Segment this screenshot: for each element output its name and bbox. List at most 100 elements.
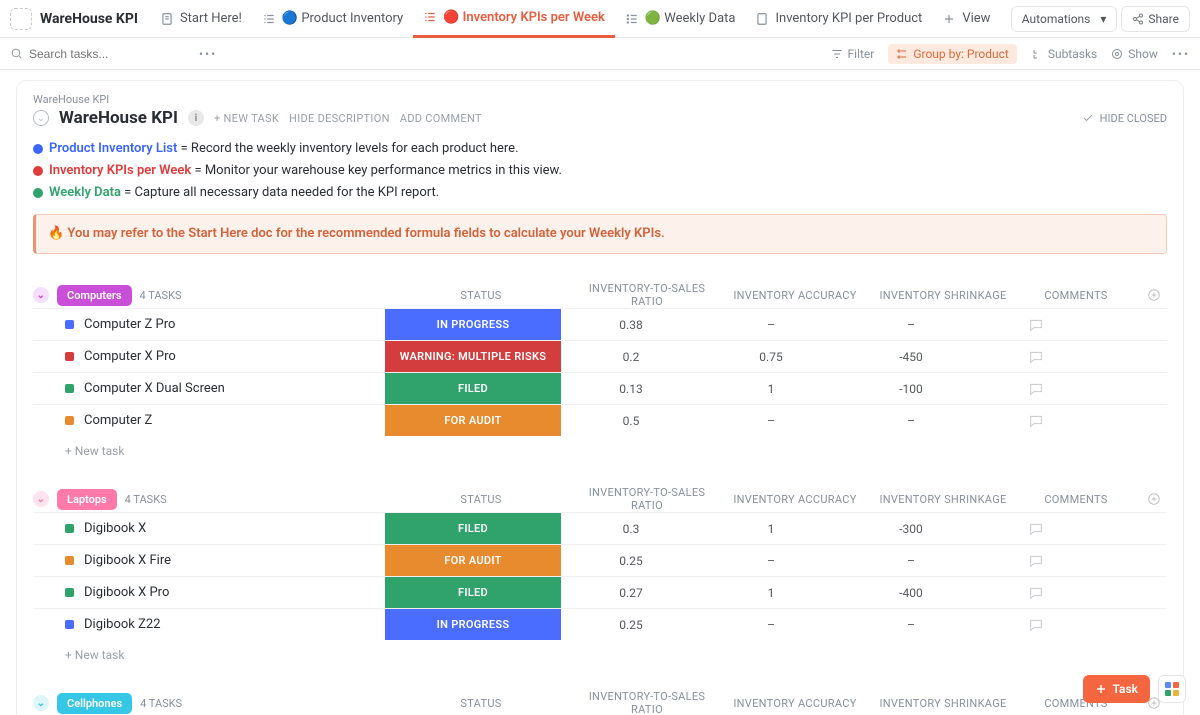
inventory-kpis-link[interactable]: Inventory KPIs per Week	[49, 163, 191, 178]
accuracy-cell[interactable]: 0.75	[701, 350, 841, 364]
ratio-cell[interactable]: 0.3	[561, 522, 701, 536]
comment-button[interactable]	[981, 553, 1091, 569]
status-cell[interactable]: FILED	[385, 577, 561, 608]
comment-button[interactable]	[981, 521, 1091, 537]
add-column-button[interactable]	[1139, 492, 1169, 506]
table-row[interactable]: Digibook X ProFILED0.271-400	[33, 576, 1167, 608]
new-task-row[interactable]: + New task	[33, 436, 1167, 458]
list-card: WareHouse KPI ⌄ WareHouse KPI i + NEW TA…	[16, 80, 1184, 715]
accuracy-cell[interactable]: –	[701, 414, 841, 428]
col-comments: COMMENTS	[1021, 493, 1131, 506]
shrinkage-cell[interactable]: -450	[841, 350, 981, 364]
tab-label: View	[962, 11, 990, 26]
status-square-icon	[65, 320, 74, 329]
group-toggle[interactable]: ⌄	[33, 695, 49, 711]
status-cell[interactable]: IN PROGRESS	[385, 309, 561, 340]
ratio-cell[interactable]: 0.27	[561, 586, 701, 600]
tab-0[interactable]: Start Here!	[150, 0, 252, 38]
add-comment-button[interactable]: ADD COMMENT	[400, 112, 482, 125]
shrinkage-cell[interactable]: -100	[841, 382, 981, 396]
table-row[interactable]: Computer X Dual Screen FILED0.131-100	[33, 372, 1167, 404]
subtasks-button[interactable]: Subtasks	[1031, 47, 1097, 61]
info-icon[interactable]: i	[188, 110, 204, 126]
task-name: Computer X Dual Screen	[84, 381, 225, 396]
subtasks-label: Subtasks	[1048, 47, 1097, 61]
group-label[interactable]: Cellphones	[57, 693, 132, 714]
comment-button[interactable]	[981, 349, 1091, 365]
group-label[interactable]: Laptops	[57, 489, 117, 510]
hide-description-button[interactable]: HIDE DESCRIPTION	[289, 112, 390, 125]
weekly-data-link[interactable]: Weekly Data	[49, 185, 121, 200]
workspace-icon[interactable]	[10, 8, 32, 30]
comment-button[interactable]	[981, 317, 1091, 333]
shrinkage-cell[interactable]: –	[841, 318, 981, 332]
tab-1[interactable]: 🔵 Product Inventory	[252, 0, 413, 38]
accuracy-cell[interactable]: 1	[701, 522, 841, 536]
accuracy-cell[interactable]: –	[701, 318, 841, 332]
ratio-cell[interactable]: 0.13	[561, 382, 701, 396]
automations-button[interactable]: Automations ▾	[1011, 6, 1118, 32]
comment-button[interactable]	[981, 381, 1091, 397]
shrinkage-cell[interactable]: -300	[841, 522, 981, 536]
group-toggle[interactable]: ⌄	[33, 287, 49, 303]
shrinkage-cell[interactable]: -400	[841, 586, 981, 600]
table-row[interactable]: Digibook XFILED0.31-300	[33, 512, 1167, 544]
task-fab-button[interactable]: Task	[1083, 675, 1151, 703]
filter-button[interactable]: Filter	[831, 47, 875, 61]
top-nav: WareHouse KPI Start Here!🔵 Product Inven…	[0, 0, 1200, 38]
status-cell[interactable]: FILED	[385, 373, 561, 404]
page-scroll[interactable]: WareHouse KPI ⌄ WareHouse KPI i + NEW TA…	[0, 70, 1200, 715]
tab-3[interactable]: 🟢 Weekly Data	[615, 0, 746, 38]
new-task-row[interactable]: + New task	[33, 640, 1167, 662]
product-inventory-link[interactable]: Product Inventory List	[49, 141, 177, 156]
show-button[interactable]: Show	[1111, 47, 1158, 61]
ratio-cell[interactable]: 0.2	[561, 350, 701, 364]
group-label[interactable]: Computers	[57, 285, 132, 306]
table-row[interactable]: Digibook Z22IN PROGRESS0.25––	[33, 608, 1167, 640]
more-button[interactable]: •••	[199, 47, 217, 61]
status-cell[interactable]: FILED	[385, 513, 561, 544]
overflow-button[interactable]: •••	[1172, 47, 1190, 61]
shrinkage-cell[interactable]: –	[841, 414, 981, 428]
tab-2[interactable]: 🔴 Inventory KPIs per Week	[413, 0, 615, 38]
breadcrumb[interactable]: WareHouse KPI	[33, 93, 1167, 106]
group-by-button[interactable]: Group by: Product	[888, 44, 1016, 64]
comment-button[interactable]	[981, 413, 1091, 429]
col-shrinkage: INVENTORY SHRINKAGE	[873, 697, 1013, 710]
new-task-button[interactable]: + NEW TASK	[214, 112, 279, 125]
status-cell[interactable]: FOR AUDIT	[385, 545, 561, 576]
ratio-cell[interactable]: 0.38	[561, 318, 701, 332]
ratio-cell[interactable]: 0.25	[561, 618, 701, 632]
desc-line3-text: = Capture all necessary data needed for …	[121, 185, 439, 200]
table-row[interactable]: Digibook X FireFOR AUDIT0.25––	[33, 544, 1167, 576]
ratio-cell[interactable]: 0.25	[561, 554, 701, 568]
table-row[interactable]: Computer X ProWARNING: MULTIPLE RISKS0.2…	[33, 340, 1167, 372]
status-cell[interactable]: IN PROGRESS	[385, 609, 561, 640]
share-button[interactable]: Share	[1121, 6, 1190, 32]
task-name: Digibook Z22	[84, 617, 161, 632]
table-row[interactable]: Computer ZFOR AUDIT0.5––	[33, 404, 1167, 436]
status-cell[interactable]: FOR AUDIT	[385, 405, 561, 436]
comment-button[interactable]	[981, 617, 1091, 633]
search-input[interactable]	[29, 47, 149, 61]
bullets-icon	[625, 12, 639, 26]
tab-4[interactable]: Inventory KPI per Product	[745, 0, 932, 38]
table-row[interactable]: Computer Z ProIN PROGRESS0.38––	[33, 308, 1167, 340]
status-square-icon	[65, 352, 74, 361]
shrinkage-cell[interactable]: –	[841, 618, 981, 632]
collapse-toggle[interactable]: ⌄	[33, 110, 49, 126]
accuracy-cell[interactable]: –	[701, 554, 841, 568]
accuracy-cell[interactable]: 1	[701, 586, 841, 600]
ratio-cell[interactable]: 0.5	[561, 414, 701, 428]
hide-closed-button[interactable]: HIDE CLOSED	[1082, 112, 1167, 125]
status-cell[interactable]: WARNING: MULTIPLE RISKS	[385, 341, 561, 372]
comment-button[interactable]	[981, 585, 1091, 601]
accuracy-cell[interactable]: –	[701, 618, 841, 632]
shrinkage-cell[interactable]: –	[841, 554, 981, 568]
group-toggle[interactable]: ⌄	[33, 491, 49, 507]
add-column-button[interactable]	[1139, 288, 1169, 302]
accuracy-cell[interactable]: 1	[701, 382, 841, 396]
col-accuracy: INVENTORY ACCURACY	[725, 289, 865, 302]
tab-5[interactable]: View	[932, 0, 1000, 38]
apps-button[interactable]	[1158, 675, 1186, 703]
